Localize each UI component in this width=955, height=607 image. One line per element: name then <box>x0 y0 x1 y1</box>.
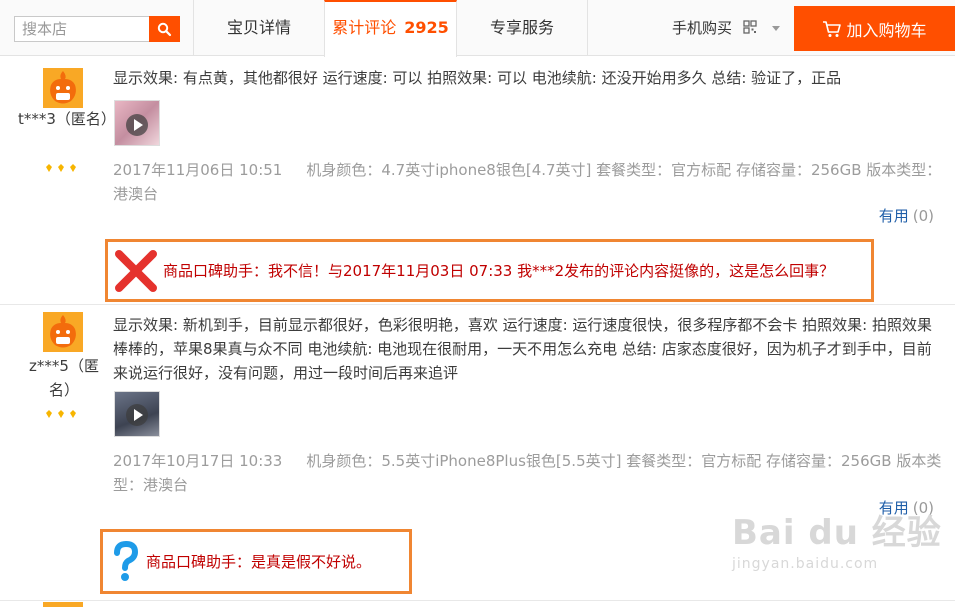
cart-icon <box>823 20 842 37</box>
review-date: 2017年10月17日 10:33 <box>113 452 283 470</box>
baidu-jingyan-watermark: Bai du 经验 jingyan.baidu.com <box>732 505 942 572</box>
useful-label: 有用 <box>878 207 909 225</box>
add-to-cart-button[interactable]: 加入购物车 <box>794 6 955 51</box>
avatar <box>43 602 83 607</box>
add-to-cart-label: 加入购物车 <box>846 20 927 40</box>
review-meta: 2017年11月06日 10:51 机身颜色：4.7英寸iphone8银色[4.7… <box>113 158 943 206</box>
review-helper-notice: 商品口碑助手：我不信！与2017年11月03日 07:33 我***2发布的评论… <box>105 239 874 302</box>
avatar <box>43 68 83 108</box>
search-icon <box>157 22 172 36</box>
review-date: 2017年11月06日 10:51 <box>113 161 283 179</box>
tab-divider <box>587 0 588 56</box>
reviewer-name: z***5（匿名） <box>29 357 99 399</box>
useful-button[interactable]: 有用 (0) <box>879 205 934 226</box>
diamond-rank-icon <box>46 164 76 172</box>
shop-search <box>14 16 180 42</box>
mobile-buy-dropdown[interactable]: 手机购买 <box>672 0 780 56</box>
chevron-down-icon <box>771 26 780 31</box>
review-meta: 2017年10月17日 10:33 机身颜色：5.5英寸iPhone8Plus银色… <box>113 449 943 497</box>
play-icon <box>126 404 148 426</box>
tab-reviews[interactable]: 累计评论 2925 <box>324 0 457 57</box>
review-divider <box>0 304 955 305</box>
search-button[interactable] <box>149 16 180 42</box>
review-video-thumbnail[interactable] <box>114 391 160 437</box>
play-icon <box>126 114 148 136</box>
reviewer-rank <box>44 163 80 173</box>
search-input[interactable] <box>15 17 151 41</box>
review-count: 2925 <box>404 18 449 37</box>
tab-item-details[interactable]: 宝贝详情 <box>194 0 324 56</box>
helper-message: 商品口碑助手：我不信！与2017年11月03日 07:33 我***2发布的评论… <box>163 262 835 280</box>
top-nav-bar: 宝贝详情 累计评论 2925 专享服务 手机购买 加入购物车 <box>0 0 955 57</box>
review-video-thumbnail[interactable] <box>114 100 160 146</box>
useful-count: (0) <box>912 207 934 225</box>
watermark-logo: Bai du 经验 <box>732 513 942 553</box>
reviewer-rank <box>44 409 80 419</box>
diamond-rank-icon <box>46 410 76 418</box>
review-text: 显示效果: 有点黄，其他都很好 运行速度: 可以 拍照效果: 可以 电池续航: … <box>113 69 842 87</box>
mobile-buy-label: 手机购买 <box>672 19 733 37</box>
review-divider <box>0 600 955 601</box>
review-text: 显示效果: 新机到手，目前显示都很好，色彩很明艳，喜欢 运行速度: 运行速度很快… <box>113 316 933 382</box>
tab-reviews-label: 累计评论 <box>332 18 397 37</box>
review-helper-notice: 商品口碑助手：是真是假不好说。 <box>100 529 412 594</box>
watermark-url: jingyan.baidu.com <box>732 556 879 572</box>
reviewer-name: t***3（匿名） <box>18 110 116 128</box>
tab-services[interactable]: 专享服务 <box>457 0 587 56</box>
red-x-icon <box>115 249 157 292</box>
helper-message: 商品口碑助手：是真是假不好说。 <box>146 553 372 571</box>
blue-question-icon <box>114 540 139 581</box>
qr-code-icon <box>743 1 757 57</box>
avatar <box>43 312 83 352</box>
